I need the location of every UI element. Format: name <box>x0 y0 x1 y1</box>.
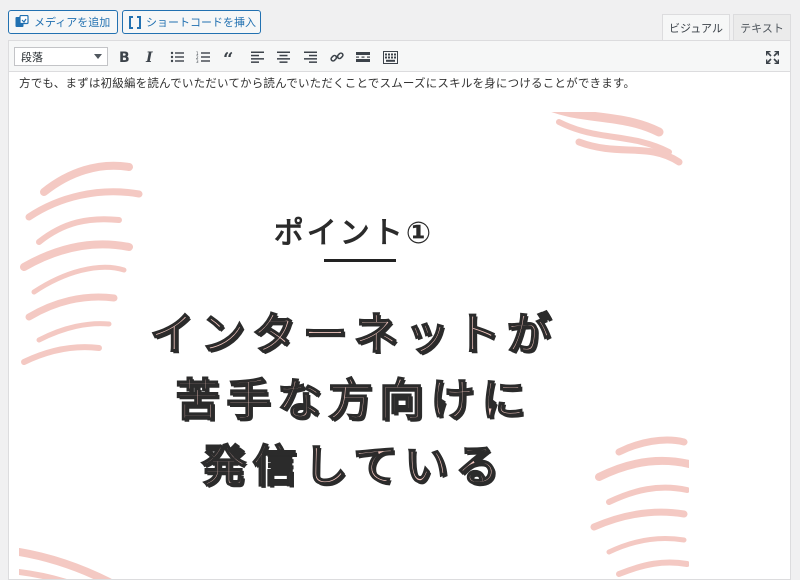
tab-visual[interactable]: ビジュアル <box>662 14 730 41</box>
insert-shortcode-label: ショートコードを挿入 <box>146 16 256 29</box>
image-title: ポイント① <box>273 216 435 251</box>
bold-icon[interactable]: B <box>113 46 135 68</box>
numbered-list-icon[interactable]: 123 <box>192 46 214 68</box>
chevron-down-icon <box>94 54 102 59</box>
svg-text:I: I <box>145 50 153 64</box>
image-headline-line-2: 苦手な方向けに <box>175 374 533 427</box>
add-media-label: メディアを追加 <box>34 16 111 29</box>
bullet-list-icon[interactable] <box>166 46 188 68</box>
read-more-icon[interactable] <box>352 46 374 68</box>
align-left-icon[interactable] <box>246 46 268 68</box>
format-select-value: 段落 <box>21 50 43 64</box>
editor-content[interactable]: 方でも、まずは初級編を読んでいただいてから読んでいただくことでスムーズにスキルを… <box>9 72 790 579</box>
media-icon <box>15 15 29 29</box>
svg-text:B: B <box>119 50 130 64</box>
blockquote-icon[interactable]: “ <box>219 46 241 68</box>
tab-text[interactable]: テキスト <box>733 14 791 40</box>
insert-shortcode-button[interactable]: ショートコードを挿入 <box>122 10 261 34</box>
shortcode-icon <box>129 15 141 29</box>
title-underline <box>324 259 396 262</box>
link-icon[interactable] <box>326 46 348 68</box>
editor-top-row: メディアを追加 ショートコードを挿入 ビジュアル テキスト <box>0 0 800 41</box>
toolbar-toggle-icon[interactable] <box>379 46 401 68</box>
align-right-icon[interactable] <box>299 46 321 68</box>
paragraph-text: 方でも、まずは初級編を読んでいただいてから読んでいただくことでスムーズにスキルを… <box>19 76 636 90</box>
format-select[interactable]: 段落 <box>14 47 108 66</box>
svg-text:“: “ <box>223 51 233 63</box>
image-headline-line-1: インターネットが <box>149 308 558 361</box>
editor-frame: 段落 B I 123 “ 方でも、まずは初級編を読んでいただいてから読んでいただ… <box>8 40 791 580</box>
align-center-icon[interactable] <box>272 46 294 68</box>
add-media-button[interactable]: メディアを追加 <box>8 10 118 34</box>
editor-toolbar: 段落 B I 123 “ <box>9 41 790 72</box>
featured-image[interactable]: ポイント① インターネットが 苦手な方向けに 発信している <box>19 112 689 579</box>
italic-icon[interactable]: I <box>139 46 161 68</box>
fullscreen-icon[interactable] <box>761 46 783 68</box>
image-headline-line-3: 発信している <box>201 440 507 493</box>
svg-text:3: 3 <box>196 59 199 63</box>
